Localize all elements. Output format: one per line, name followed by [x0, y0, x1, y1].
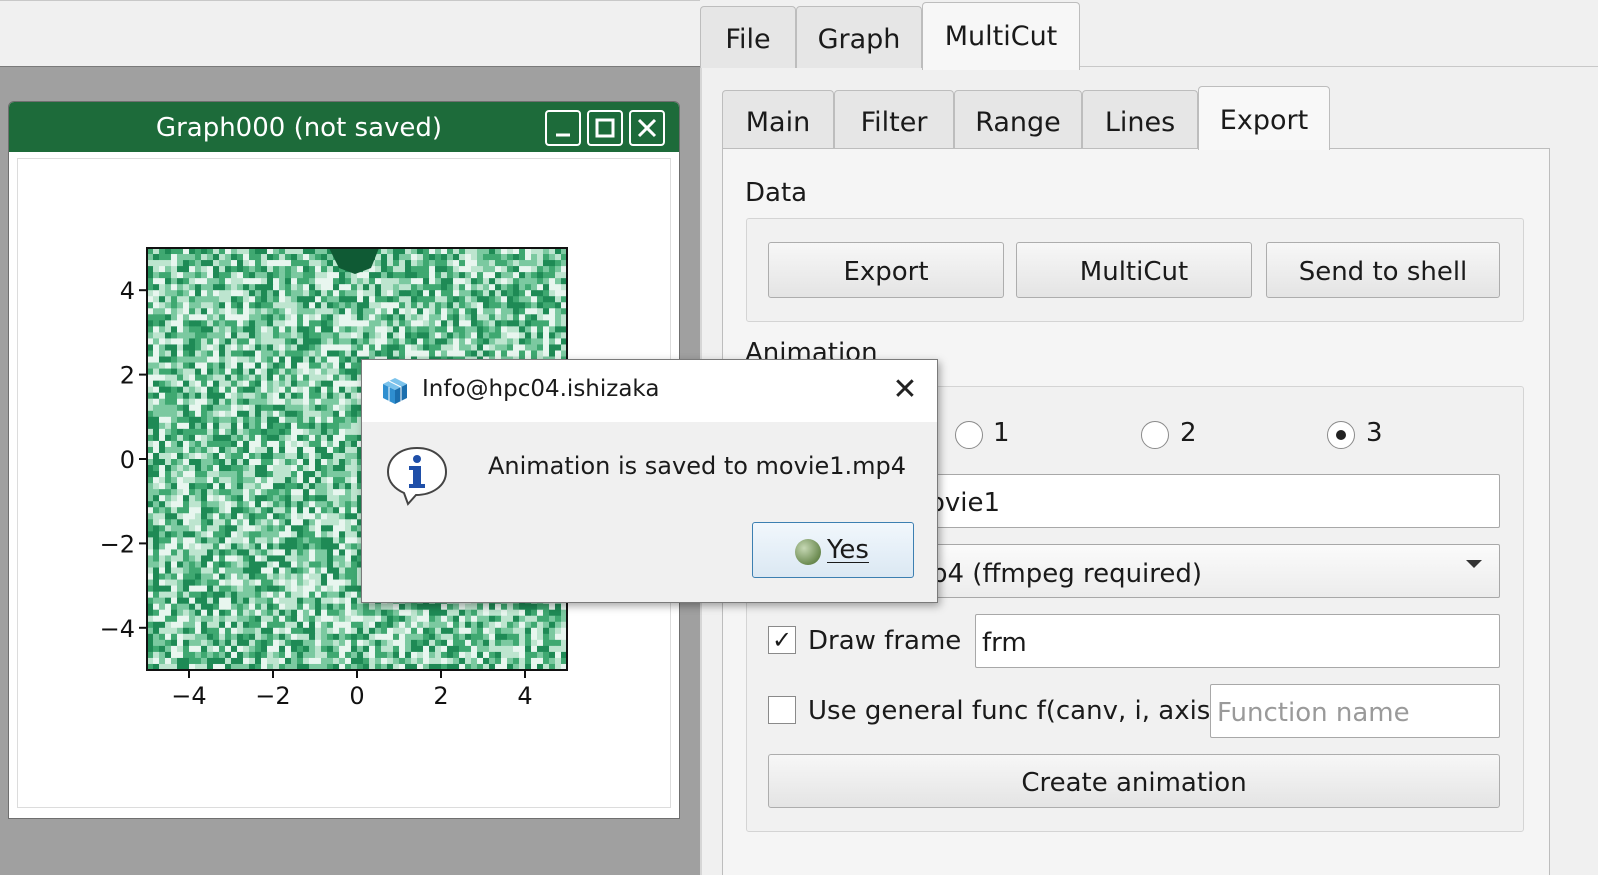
dialog-titlebar[interactable]: Info@hpc04.ishizaka ✕	[362, 360, 937, 422]
yes-button[interactable]: Yes	[752, 522, 914, 578]
yes-button-label: Yes	[827, 535, 869, 565]
y-tick-label: 4	[120, 277, 135, 305]
dialog-message: Animation is saved to movie1.mp4	[488, 452, 907, 480]
frame-name-input[interactable]: frm	[975, 614, 1500, 668]
dialog-title: Info@hpc04.ishizaka	[422, 376, 660, 402]
axis-radio-1-label[interactable]: 1	[993, 418, 1010, 448]
multicut-button[interactable]: MultiCut	[1016, 242, 1252, 298]
subtab-lines[interactable]: Lines	[1082, 90, 1198, 148]
axis-radio-3[interactable]	[1327, 421, 1355, 449]
x-tick-label: −2	[255, 682, 290, 710]
general-func-label[interactable]: Use general func f(canv, i, axis)	[808, 696, 1221, 726]
general-func-checkbox[interactable]	[768, 696, 796, 724]
subtab-range[interactable]: Range	[954, 90, 1082, 148]
y-tick-label: −4	[100, 615, 135, 643]
radio-selected-dot	[1336, 430, 1346, 440]
create-animation-button[interactable]: Create animation	[768, 754, 1500, 808]
info-dialog[interactable]: Info@hpc04.ishizaka ✕ Animation is saved…	[361, 359, 938, 603]
y-tick-label: −2	[100, 530, 135, 558]
yes-ball-icon	[795, 539, 821, 565]
subtab-main[interactable]: Main	[722, 90, 834, 148]
export-button[interactable]: Export	[768, 242, 1004, 298]
y-axis: 4 2 0 −2 −4	[100, 277, 147, 643]
draw-frame-label[interactable]: Draw frame	[808, 626, 961, 656]
x-tick-label: 2	[433, 682, 448, 710]
x-axis: −4 −2 0 2 4	[171, 670, 533, 710]
tab-multicut[interactable]: MultiCut	[922, 2, 1080, 70]
top-strip	[0, 0, 700, 66]
axis-radio-3-label[interactable]: 3	[1366, 418, 1383, 448]
subtab-export[interactable]: Export	[1198, 86, 1330, 150]
dialog-close-button[interactable]: ✕	[890, 370, 920, 410]
axis-radio-2[interactable]	[1141, 421, 1169, 449]
function-name-input[interactable]: Function name	[1210, 684, 1500, 738]
send-to-shell-button[interactable]: Send to shell	[1266, 242, 1500, 298]
info-icon	[386, 446, 448, 506]
x-tick-label: −4	[171, 682, 206, 710]
data-section-label: Data	[745, 178, 808, 208]
tab-file[interactable]: File	[700, 6, 796, 68]
draw-frame-checkbox[interactable]: ✓	[768, 626, 796, 654]
x-tick-label: 4	[517, 682, 532, 710]
y-tick-label: 2	[120, 362, 135, 390]
y-tick-label: 0	[120, 446, 135, 474]
chevron-down-icon	[1466, 560, 1482, 568]
app-cube-icon	[383, 378, 407, 404]
axis-radio-1[interactable]	[955, 421, 983, 449]
x-tick-label: 0	[349, 682, 364, 710]
axis-radio-2-label[interactable]: 2	[1180, 418, 1197, 448]
tab-graph[interactable]: Graph	[796, 6, 922, 68]
subtab-filter[interactable]: Filter	[834, 90, 954, 148]
